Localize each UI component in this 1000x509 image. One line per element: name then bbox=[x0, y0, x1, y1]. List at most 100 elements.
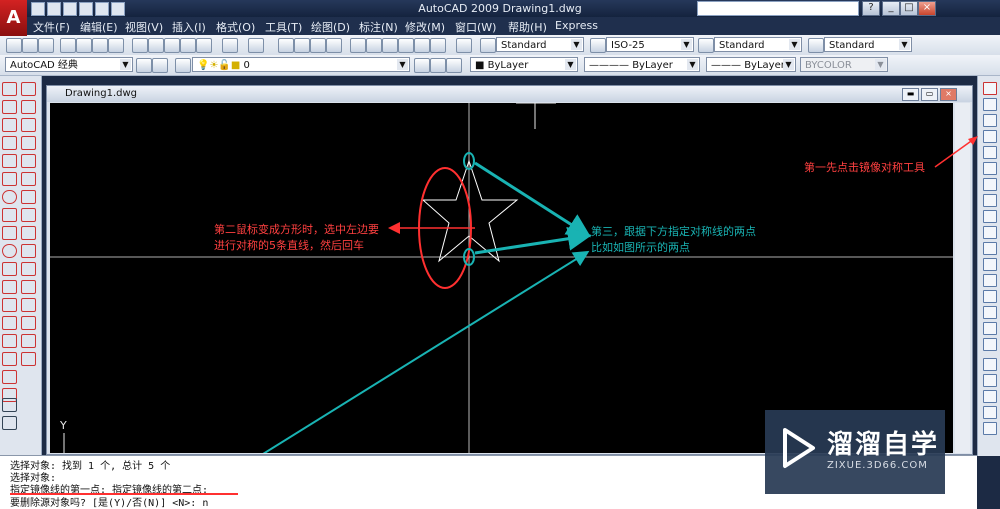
move-tool-icon[interactable] bbox=[983, 162, 997, 175]
spline-icon[interactable] bbox=[2, 226, 17, 240]
draworder-icon[interactable] bbox=[983, 358, 997, 371]
join-icon[interactable] bbox=[21, 298, 36, 312]
zoom-realtime-icon[interactable] bbox=[294, 38, 310, 53]
polygon-icon[interactable] bbox=[2, 136, 17, 150]
matchprop-icon[interactable] bbox=[180, 38, 196, 53]
layer-previous-icon[interactable] bbox=[430, 58, 446, 73]
brush-icon[interactable] bbox=[983, 82, 997, 95]
properties-icon[interactable] bbox=[350, 38, 366, 53]
undo-icon[interactable] bbox=[95, 2, 109, 16]
quickcalc-icon[interactable] bbox=[430, 38, 446, 53]
make-block-icon[interactable] bbox=[2, 298, 17, 312]
menu-draw[interactable]: 绘图(D) bbox=[311, 19, 350, 35]
ellipse-icon[interactable] bbox=[2, 244, 17, 258]
send-back-icon[interactable] bbox=[983, 390, 997, 403]
osnap-icon[interactable] bbox=[2, 398, 17, 412]
sheet-set-icon[interactable] bbox=[398, 38, 414, 53]
break-point-icon[interactable] bbox=[983, 258, 997, 271]
trim-icon[interactable] bbox=[21, 244, 36, 258]
line-tool-icon[interactable] bbox=[2, 82, 17, 96]
multileader-style-select[interactable]: Standard ▼ bbox=[824, 37, 912, 52]
table-style-icon[interactable] bbox=[698, 38, 714, 53]
chamfer-icon[interactable] bbox=[21, 316, 36, 330]
arc-icon[interactable] bbox=[2, 172, 17, 186]
stack-icon[interactable] bbox=[983, 114, 997, 127]
color-select[interactable]: ■ ByLayer ▼ bbox=[470, 57, 578, 72]
move-icon[interactable] bbox=[21, 172, 36, 186]
menu-window[interactable]: 窗口(W) bbox=[455, 19, 496, 35]
bring-front-icon[interactable] bbox=[983, 374, 997, 387]
redo-toolbar-icon[interactable] bbox=[248, 38, 264, 53]
fillet-icon[interactable] bbox=[21, 334, 36, 348]
zoom-previous-icon[interactable] bbox=[326, 38, 342, 53]
menu-modify[interactable]: 修改(M) bbox=[405, 19, 445, 35]
offset-icon[interactable] bbox=[21, 136, 36, 150]
layer-select[interactable]: 💡☀🔓■ 0 ▼ bbox=[192, 57, 410, 72]
linetype-select[interactable]: ———— ByLayer ▼ bbox=[584, 57, 700, 72]
array-icon[interactable] bbox=[21, 154, 36, 168]
help-button[interactable]: ? bbox=[862, 1, 880, 16]
zoom-window-icon[interactable] bbox=[310, 38, 326, 53]
layer-off-icon[interactable] bbox=[983, 422, 997, 435]
drawing-restore-button[interactable]: ▭ bbox=[921, 88, 938, 101]
design-center-icon[interactable] bbox=[366, 38, 382, 53]
layer-tool-icon[interactable] bbox=[983, 406, 997, 419]
mirror-tool-icon[interactable] bbox=[983, 98, 997, 111]
hatch-icon[interactable] bbox=[2, 334, 17, 348]
text-style-select[interactable]: Standard ▼ bbox=[496, 37, 584, 52]
menu-format[interactable]: 格式(O) bbox=[216, 19, 255, 35]
menu-edit[interactable]: 编辑(E) bbox=[80, 19, 118, 35]
open-file-icon[interactable] bbox=[47, 2, 61, 16]
help-toolbar-icon[interactable] bbox=[456, 38, 472, 53]
mirror-icon[interactable] bbox=[21, 118, 36, 132]
close-button[interactable]: × bbox=[918, 1, 936, 16]
dim-style-select[interactable]: ISO-25 ▼ bbox=[606, 37, 694, 52]
explode-icon[interactable] bbox=[21, 352, 36, 366]
extend-icon[interactable] bbox=[21, 262, 36, 276]
menu-insert[interactable]: 插入(I) bbox=[172, 19, 206, 35]
workspace-select[interactable]: AutoCAD 经典 ▼ bbox=[5, 57, 133, 72]
explode-tool-icon[interactable] bbox=[983, 338, 997, 351]
undo-toolbar-icon[interactable] bbox=[222, 38, 238, 53]
cut-icon[interactable] bbox=[132, 38, 148, 53]
plot-icon[interactable] bbox=[79, 2, 93, 16]
menu-tools[interactable]: 工具(T) bbox=[265, 19, 302, 35]
construction-line-icon[interactable] bbox=[2, 100, 17, 114]
layer-state-manager-icon[interactable] bbox=[446, 58, 462, 73]
qnew-icon[interactable] bbox=[6, 38, 22, 53]
search-input[interactable] bbox=[697, 1, 859, 16]
copy-object-icon[interactable] bbox=[21, 100, 36, 114]
stretch-tool-icon[interactable] bbox=[983, 210, 997, 223]
drawing-minimize-button[interactable]: ▬ bbox=[902, 88, 919, 101]
drawing-close-button[interactable]: × bbox=[940, 88, 957, 101]
trim-tool-icon[interactable] bbox=[983, 226, 997, 239]
pan-icon[interactable] bbox=[278, 38, 294, 53]
join-tool-icon[interactable] bbox=[983, 290, 997, 303]
fillet-tool-icon[interactable] bbox=[983, 322, 997, 335]
save-file-icon[interactable] bbox=[63, 2, 77, 16]
new-file-icon[interactable] bbox=[31, 2, 45, 16]
menu-file[interactable]: 文件(F) bbox=[33, 19, 70, 35]
grid-icon[interactable] bbox=[983, 146, 997, 159]
revcloud-icon[interactable] bbox=[2, 208, 17, 222]
circle-icon[interactable] bbox=[2, 190, 17, 204]
markup-icon[interactable] bbox=[414, 38, 430, 53]
3dprint-icon[interactable] bbox=[108, 38, 124, 53]
polyline-icon[interactable] bbox=[2, 118, 17, 132]
save-icon[interactable] bbox=[38, 38, 54, 53]
minimize-button[interactable]: _ bbox=[882, 1, 900, 16]
workspace-settings-icon[interactable] bbox=[136, 58, 152, 73]
gradient-icon[interactable] bbox=[2, 352, 17, 366]
copy-icon[interactable] bbox=[148, 38, 164, 53]
redo-icon[interactable] bbox=[111, 2, 125, 16]
measure-icon[interactable] bbox=[2, 416, 17, 430]
print-icon[interactable] bbox=[60, 38, 76, 53]
copy-tool-icon[interactable] bbox=[983, 130, 997, 143]
open-icon[interactable] bbox=[22, 38, 38, 53]
insert-block-icon[interactable] bbox=[2, 280, 17, 294]
menu-express[interactable]: Express bbox=[555, 19, 598, 32]
maximize-button[interactable]: □ bbox=[900, 1, 918, 16]
workspace-gear-icon[interactable] bbox=[152, 58, 168, 73]
multileader-style-icon[interactable] bbox=[808, 38, 824, 53]
dim-style-icon[interactable] bbox=[590, 38, 606, 53]
